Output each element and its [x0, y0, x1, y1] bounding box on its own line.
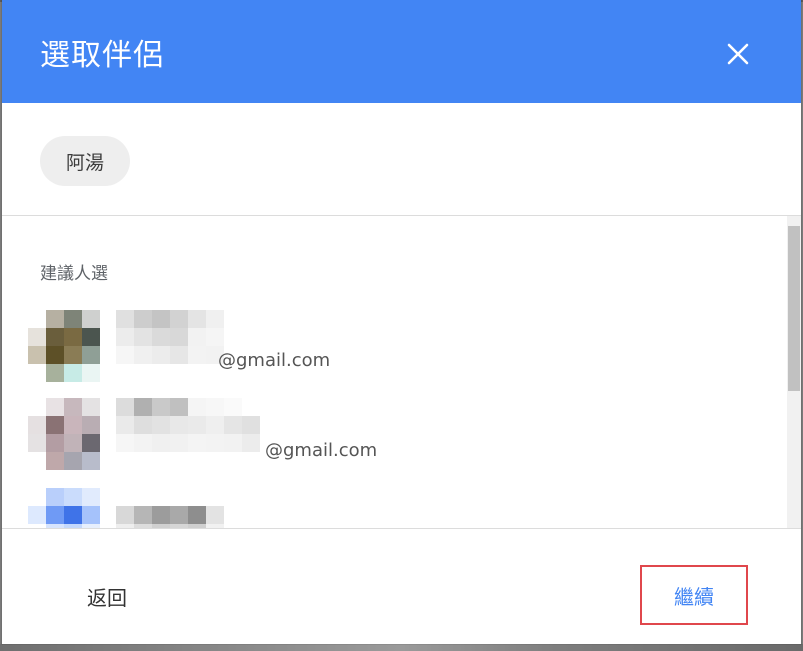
- avatar: [28, 488, 100, 528]
- close-button[interactable]: [720, 36, 756, 72]
- contact-item[interactable]: @gmail.com: [28, 398, 728, 470]
- contact-email: @gmail.com: [218, 350, 331, 371]
- suggestion-list[interactable]: 建議人選 @gmail.com @gmail.com: [2, 216, 801, 528]
- contact-item[interactable]: @gmail.com: [28, 310, 728, 382]
- contact-name: [116, 398, 260, 452]
- selected-partner-chip[interactable]: 阿湯: [40, 136, 130, 186]
- contact-name: [116, 310, 224, 364]
- contact-name: [116, 506, 224, 528]
- avatar: [28, 398, 100, 470]
- dialog-title: 選取伴侶: [40, 38, 164, 73]
- select-partner-dialog: 選取伴侶 阿湯 建議人選 @gmail.com @gmail.com 返回 繼續: [2, 0, 801, 644]
- contact-item[interactable]: [28, 488, 728, 528]
- continue-button[interactable]: 繼續: [640, 565, 748, 625]
- backdrop-bottom: [0, 644, 803, 651]
- scrollbar-thumb[interactable]: [788, 226, 800, 391]
- avatar: [28, 310, 100, 382]
- close-icon: [727, 43, 749, 65]
- dialog-header: 選取伴侶: [2, 0, 801, 103]
- back-button[interactable]: 返回: [62, 572, 152, 620]
- divider: [2, 528, 801, 529]
- section-label: 建議人選: [40, 264, 108, 284]
- contact-email: @gmail.com: [265, 440, 378, 461]
